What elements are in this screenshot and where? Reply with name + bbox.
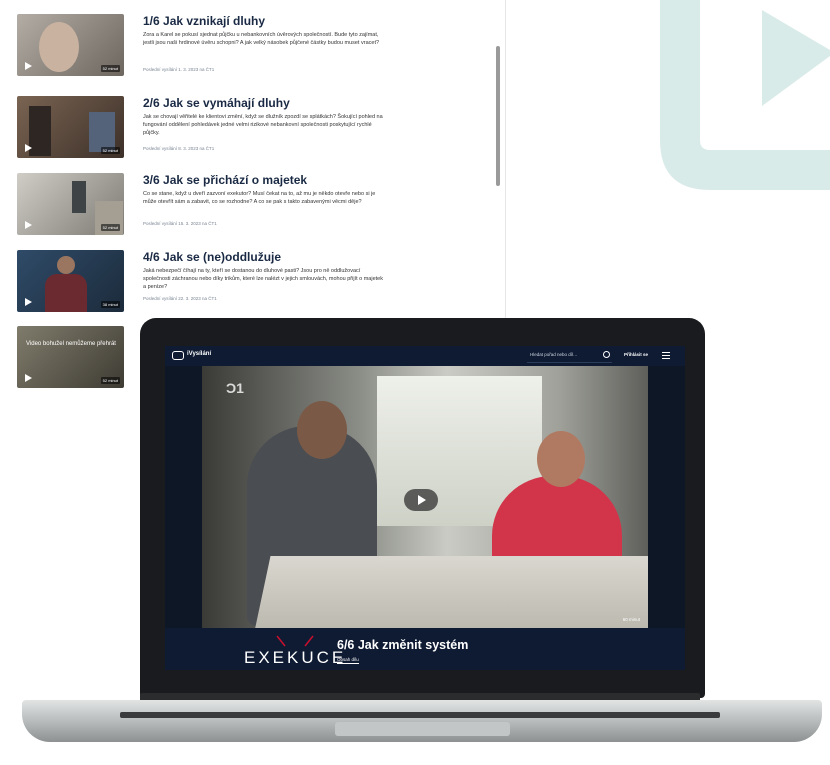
episode-broadcast-info: Poslední vysílání 8. 3. 2023 na ČT1 [143,146,215,151]
laptop-trackpad [335,722,510,736]
search-input[interactable]: Hledat pořad nebo díl… [527,350,612,363]
unavailable-video-message: Video bohužel nemůžeme přehrát [26,341,116,347]
channel-logo-icon: Ͻ1 [226,380,244,396]
thumbnail-figure [29,106,51,156]
tab-episode-content[interactable]: Obsah dílu [337,657,359,664]
thumbnail-face [57,256,75,274]
thumbnail-figure [45,274,87,312]
episode-thumbnail[interactable]: 38 minut [17,250,124,312]
duration-badge: 52 minut [100,147,120,154]
episode-title[interactable]: 2/6 Jak se vymáhají dluhy [143,96,290,110]
duration-badge: 52 minut [100,65,120,72]
search-placeholder: Hledat pořad nebo díl… [530,352,578,357]
episode-item-1[interactable]: 52 minut 1/6 Jak vznikají dluhy Zora a K… [17,14,487,82]
laptop-screen: iVysílání Hledat pořad nebo díl… Přihlás… [165,346,685,670]
play-icon [25,374,32,382]
episode-title[interactable]: 1/6 Jak vznikají dluhy [143,14,265,28]
video-frame-man-head [297,401,347,459]
laptop-keyboard-edge [120,712,720,718]
episode-title[interactable]: 4/6 Jak se (ne)oddlužuje [143,250,281,264]
episode-description: Jaká nebezpečí číhají na ty, kteří se do… [143,268,383,290]
ct-logo-icon[interactable] [172,351,184,360]
episode-item-2[interactable]: 52 minut 2/6 Jak se vymáhají dluhy Jak s… [17,96,487,164]
video-player[interactable]: Ͻ1 60 minut [202,366,648,628]
login-button[interactable]: Přihlásit se [624,352,648,357]
play-icon [25,144,32,152]
play-icon [25,62,32,70]
play-button[interactable] [404,489,438,511]
thumbnail-figure [72,181,86,213]
search-icon[interactable] [603,351,610,358]
menu-icon[interactable] [662,352,674,360]
episode-title[interactable]: 3/6 Jak se přichází o majetek [143,173,307,187]
episode-info-bar: EXEKUCE 6/6 Jak změnit systém Obsah dílu [165,628,685,670]
scrollbar[interactable] [496,46,500,186]
play-icon [25,221,32,229]
episode-description: Zora a Karel se pokusí sjednat půjčku u … [143,32,380,46]
video-frame-table [253,556,648,628]
duration-badge: 52 minut [100,224,120,231]
thumbnail-portrait [39,22,79,72]
episode-title-heading: 6/6 Jak změnit systém [337,638,469,652]
episode-broadcast-info: Poslední vysílání 15. 3. 2023 na ČT1 [143,221,217,226]
show-logo: EXEKUCE [244,648,347,667]
episode-thumbnail[interactable]: 52 minut [17,14,124,76]
video-frame-woman-head [537,431,585,487]
episode-item-4[interactable]: 38 minut 4/6 Jak se (ne)oddlužuje Jaká n… [17,250,487,318]
show-logo-mark-icon [276,635,314,647]
episode-thumbnail[interactable]: 52 minut [17,96,124,158]
episode-broadcast-info: Poslední vysílání 22. 3. 2023 na ČT1 [143,296,217,301]
site-brand[interactable]: iVysílání [187,351,211,357]
play-icon [25,298,32,306]
episode-description: Jak se chovají věřitelé ke klientovi změ… [143,114,383,136]
thumbnail-figure [89,112,115,152]
site-header: iVysílání Hledat pořad nebo díl… Přihlás… [165,346,685,366]
duration-badge: 38 minut [100,301,120,308]
episode-thumbnail[interactable]: Video bohužel nemůžeme přehrát 52 minut [17,326,124,388]
episode-thumbnail[interactable]: 52 minut [17,173,124,235]
duration-badge: 52 minut [100,377,120,384]
channel-number: 1 [236,380,244,396]
episode-broadcast-info: Poslední vysílání 1. 3. 2023 na ČT1 [143,67,215,72]
episode-description: Co se stane, když u dveří zazvoní exekut… [143,191,376,205]
episode-item-3[interactable]: 52 minut 3/6 Jak se přichází o majetek C… [17,173,487,241]
background-play-logo-icon [660,0,830,190]
video-duration: 60 minut [622,617,640,622]
